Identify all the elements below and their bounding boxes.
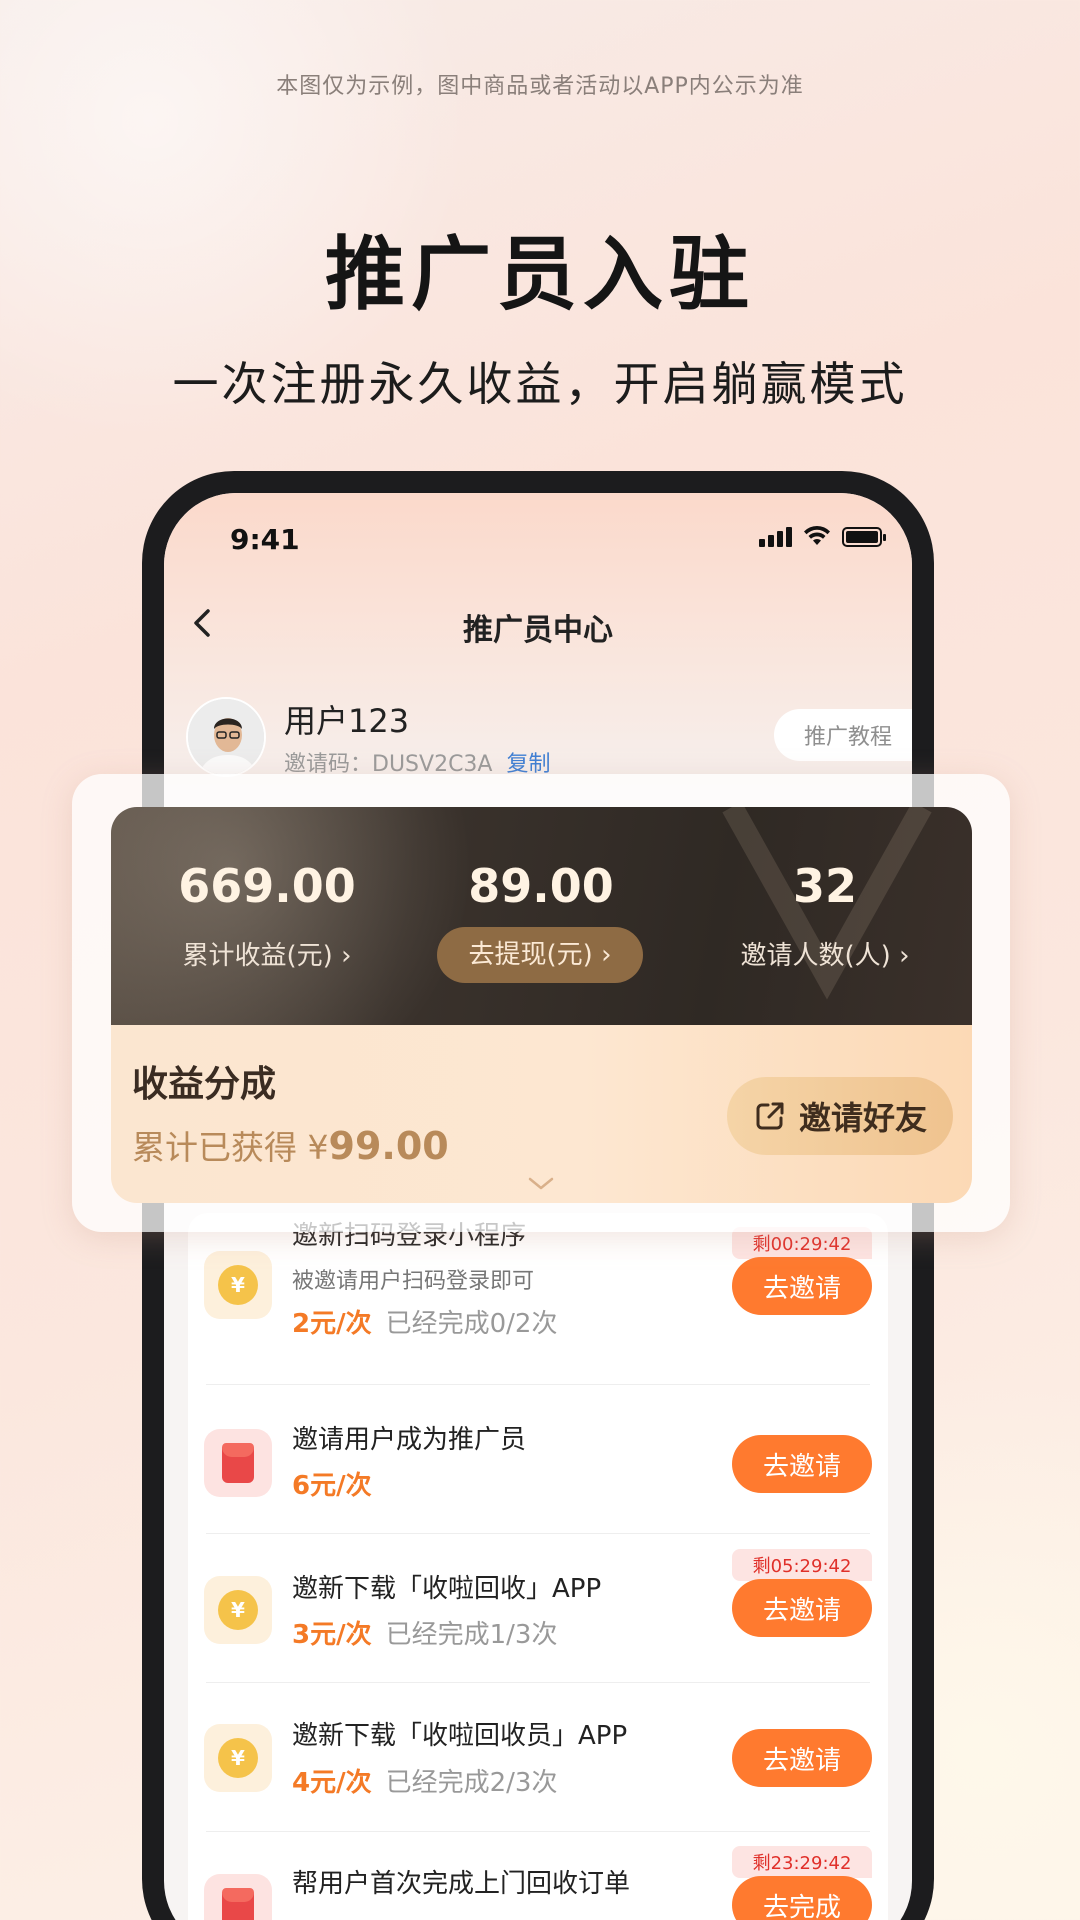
task-row: ¥ 邀新扫码登录小程序 被邀请用户扫码登录即可 2元/次 已经完成0/2次 剩00… — [188, 1213, 888, 1363]
revenue-share-prefix: 累计已获得 ¥ — [132, 1128, 329, 1167]
task-progress: 已经完成1/3次 — [385, 1620, 558, 1650]
revenue-share-title: 收益分成 — [132, 1064, 277, 1105]
countdown-badge: 剩23:29:42 — [732, 1846, 872, 1878]
revenue-share-panel: 收益分成 累计已获得 ¥99.00 邀请好友 — [111, 1025, 972, 1203]
task-reward: 6元/次 — [292, 1465, 372, 1502]
task-list: ¥ 邀新扫码登录小程序 被邀请用户扫码登录即可 2元/次 已经完成0/2次 剩00… — [188, 1213, 888, 1920]
invite-button[interactable]: 去邀请 — [732, 1435, 872, 1493]
stat-value: 89.00 — [468, 859, 614, 913]
task-price: 4元/次 — [292, 1768, 372, 1798]
disclaimer-text: 本图仅为示例，图中商品或者活动以APP内公示为准 — [276, 74, 804, 99]
task-reward: 2元/次 已经完成0/2次 — [292, 1303, 557, 1340]
task-price: 2元/次 — [292, 1309, 372, 1339]
red-envelope-icon — [204, 1874, 272, 1920]
revenue-share-total: 累计已获得 ¥99.00 — [132, 1121, 449, 1169]
task-reward: 4元/次 已经完成2/3次 — [292, 1762, 557, 1799]
page-title: 推广员中心 — [463, 613, 613, 648]
task-row: ¥ 邀新下载「收啦回收」APP 3元/次 已经完成1/3次 剩05:29:42 去… — [188, 1534, 888, 1682]
task-row: 邀请用户成为推广员 6元/次 去邀请 — [188, 1385, 888, 1533]
hero-subtitle: 一次注册永久收益，开启躺赢模式 — [172, 357, 908, 411]
share-icon — [756, 1102, 784, 1130]
stat-invited-count[interactable]: 32 邀请人数(人) › — [685, 807, 965, 1025]
stat-label: 累计收益(元) › — [182, 941, 352, 971]
user-name: 用户123 — [284, 702, 410, 740]
invite-button[interactable]: 去邀请 — [732, 1729, 872, 1787]
coin-icon: ¥ — [204, 1724, 272, 1792]
stat-total-earnings[interactable]: 669.00 累计收益(元) › — [127, 807, 407, 1025]
hero-title: 推广员入驻 — [325, 228, 755, 321]
red-envelope-icon — [204, 1429, 272, 1497]
wifi-icon — [804, 525, 830, 545]
task-title: 邀新下载「收啦回收」APP — [292, 1574, 602, 1604]
task-description: 被邀请用户扫码登录即可 — [292, 1269, 535, 1294]
task-progress: 已经完成0/2次 — [385, 1309, 558, 1339]
battery-icon — [842, 527, 886, 547]
tutorial-button[interactable]: 推广教程 — [774, 709, 912, 761]
task-title: 邀请用户成为推广员 — [292, 1425, 527, 1455]
stat-value: 669.00 — [178, 859, 356, 913]
revenue-share-amount: 99.00 — [328, 1124, 449, 1168]
status-time: 9:41 — [230, 523, 300, 556]
invite-button[interactable]: 去邀请 — [732, 1579, 872, 1637]
stats-panel: 669.00 累计收益(元) › 89.00 去提现(元) › 32 邀请人数(… — [111, 807, 972, 1025]
stat-label: 邀请人数(人) › — [740, 941, 910, 971]
signal-icon — [759, 525, 792, 547]
task-row: ¥ 邀新下载「收啦回收员」APP 4元/次 已经完成2/3次 去邀请 — [188, 1683, 888, 1831]
avatar[interactable] — [186, 697, 266, 777]
invite-friend-label: 邀请好友 — [798, 1099, 927, 1137]
stat-withdraw[interactable]: 89.00 去提现(元) › — [401, 807, 681, 1025]
stat-value: 32 — [792, 859, 857, 913]
coin-icon: ¥ — [204, 1576, 272, 1644]
countdown-badge: 剩05:29:42 — [732, 1549, 872, 1581]
invite-friend-button[interactable]: 邀请好友 — [727, 1077, 953, 1155]
invite-button[interactable]: 去邀请 — [732, 1257, 872, 1315]
withdraw-button[interactable]: 去提现(元) › — [437, 927, 643, 983]
task-price: 3元/次 — [292, 1620, 372, 1650]
chevron-down-icon[interactable] — [526, 1175, 556, 1193]
coin-icon: ¥ — [204, 1251, 272, 1319]
status-icons — [759, 525, 886, 547]
task-reward: 3元/次 已经完成1/3次 — [292, 1614, 557, 1651]
task-row: 帮用户首次完成上门回收订单 剩23:29:42 去完成 — [188, 1832, 888, 1920]
complete-button[interactable]: 去完成 — [732, 1876, 872, 1920]
task-price: 6元/次 — [292, 1471, 372, 1501]
task-title: 邀新下载「收啦回收员」APP — [292, 1721, 628, 1751]
task-title: 帮用户首次完成上门回收订单 — [292, 1869, 631, 1899]
task-progress: 已经完成2/3次 — [385, 1768, 558, 1798]
